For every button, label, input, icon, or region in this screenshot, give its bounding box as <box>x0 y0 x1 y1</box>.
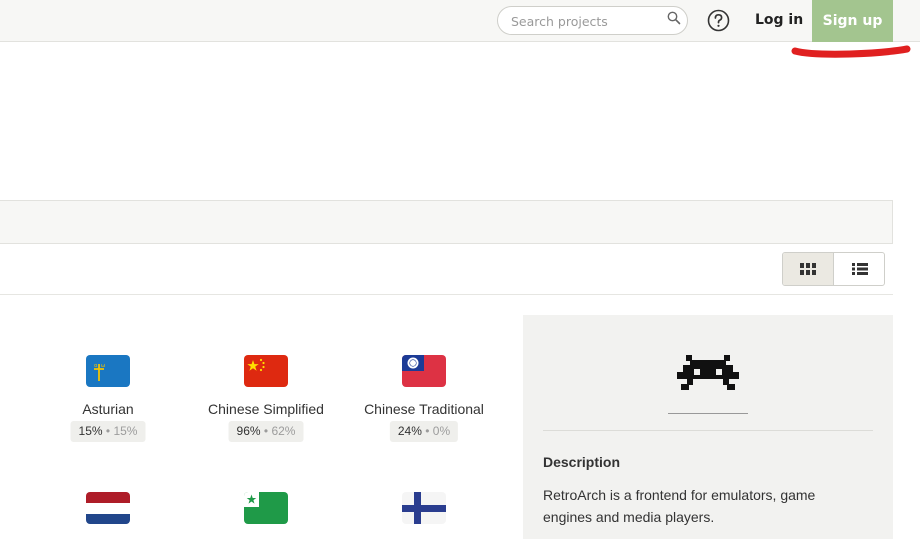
list-view-button[interactable] <box>834 253 884 285</box>
grid-view-button[interactable] <box>783 253 834 285</box>
help-icon[interactable] <box>707 9 730 32</box>
language-name[interactable]: Chinese Simplified <box>208 401 324 417</box>
logo-underline <box>668 413 748 414</box>
finland-flag-icon[interactable] <box>402 492 446 524</box>
esperanto-flag-icon[interactable] <box>244 492 288 524</box>
signup-button[interactable]: Sign up <box>812 0 893 42</box>
login-link[interactable]: Log in <box>755 12 803 28</box>
retroarch-logo-icon <box>677 355 739 390</box>
approved-percent: 15% <box>113 424 138 438</box>
description-text: RetroArch is a frontend for emulators, g… <box>543 487 816 525</box>
taiwan-flag-icon[interactable] <box>402 355 446 387</box>
language-stats: 24% • 0% <box>389 421 459 442</box>
search-box[interactable] <box>497 6 688 35</box>
grid-icon <box>800 263 816 275</box>
toolbar-divider <box>0 294 893 295</box>
approved-percent: 62% <box>271 424 296 438</box>
approved-percent: 0% <box>432 424 451 438</box>
language-stats: 15% • 15% <box>70 421 146 442</box>
search-input[interactable] <box>511 13 661 29</box>
language-stats: 96% • 62% <box>228 421 304 442</box>
list-icon <box>851 263 868 275</box>
china-flag-icon[interactable] <box>244 355 288 387</box>
stats-separator: • <box>425 424 430 438</box>
asturias-flag-icon[interactable]: α ω <box>86 355 130 387</box>
translated-percent: 96% <box>236 424 261 438</box>
translated-percent: 15% <box>78 424 103 438</box>
netherlands-flag-icon[interactable] <box>86 492 130 524</box>
red-annotation-stroke <box>791 45 911 58</box>
language-name[interactable]: Asturian <box>82 401 133 417</box>
search-icon[interactable] <box>667 11 681 25</box>
description-heading: Description <box>543 454 621 470</box>
stats-separator: • <box>105 424 111 438</box>
filter-bar <box>0 200 893 244</box>
panel-divider <box>543 430 873 431</box>
svg-text:ω: ω <box>101 363 105 369</box>
language-name[interactable]: Chinese Traditional <box>364 401 484 417</box>
stats-separator: • <box>263 424 269 438</box>
view-toggle <box>782 252 885 286</box>
translated-percent: 24% <box>397 424 422 438</box>
